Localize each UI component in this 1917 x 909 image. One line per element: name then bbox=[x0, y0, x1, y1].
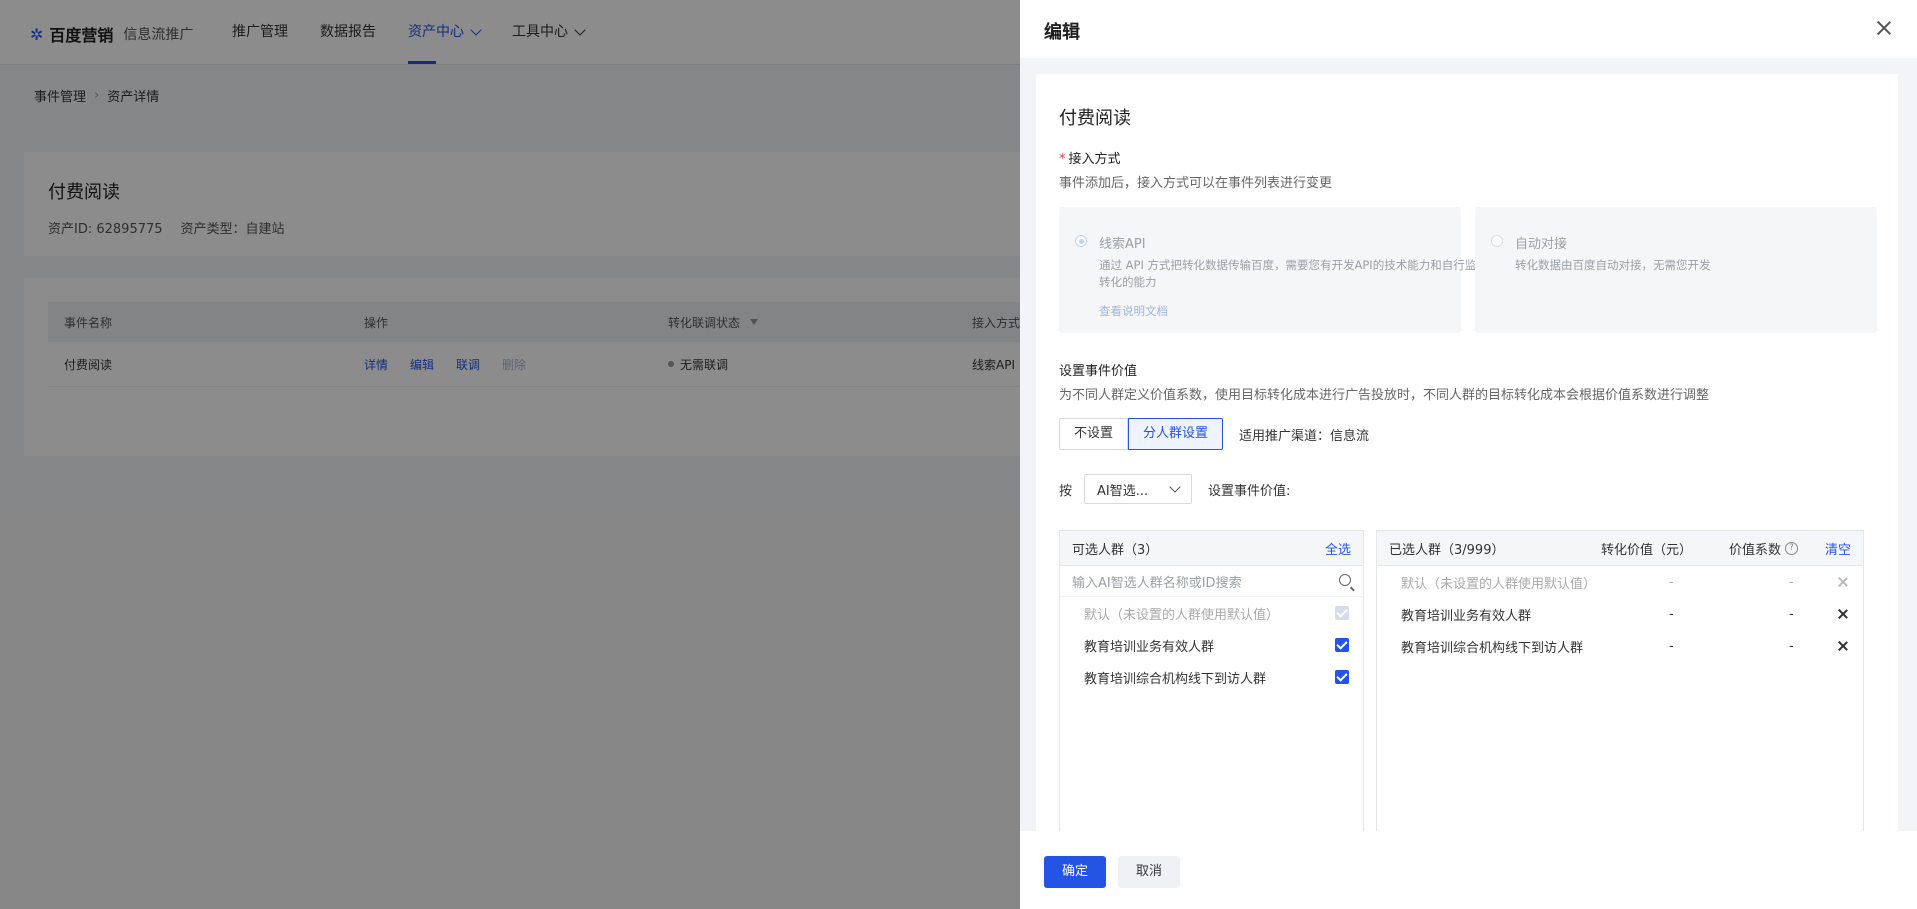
option-auto-title: 自动对接 bbox=[1515, 237, 1568, 252]
checkbox-edu-offline[interactable] bbox=[1335, 670, 1349, 684]
selected-audience-list: 已选人群（3/999） 转化价值（元） 价值系数? 清空 默认（未设置的人群使用… bbox=[1376, 530, 1864, 831]
value-mode-segment: 不设置 分人群设置 适用推广渠道：信息流 bbox=[1059, 418, 1369, 450]
drawer-header: 编辑 bbox=[1020, 0, 1917, 59]
selected-value[interactable]: - bbox=[1669, 607, 1674, 622]
set-value-label: 设置事件价值: bbox=[1208, 483, 1291, 499]
form-panel: 付费阅读 * 接入方式 事件添加后，接入方式可以在事件列表进行变更 线索API 通… bbox=[1036, 74, 1898, 831]
section-title: 付费阅读 bbox=[1059, 108, 1131, 129]
select-all-button[interactable]: 全选 bbox=[1325, 539, 1351, 558]
table-row: 教育培训综合机构线下到访人群 - - bbox=[1377, 630, 1863, 662]
remove-icon[interactable] bbox=[1837, 608, 1849, 620]
selected-coef: - bbox=[1789, 574, 1794, 590]
chevron-down-icon bbox=[1169, 481, 1181, 493]
list-item-label: 教育培训综合机构线下到访人群 bbox=[1084, 671, 1267, 687]
access-method-hint: 事件添加后，接入方式可以在事件列表进行变更 bbox=[1059, 176, 1333, 191]
select-value: AI智选... bbox=[1097, 483, 1149, 499]
drawer-title: 编辑 bbox=[1044, 22, 1080, 43]
option-api-title: 线索API bbox=[1099, 237, 1146, 252]
audience-search-input[interactable]: 输入AI智选人群名称或ID搜索 bbox=[1060, 566, 1363, 597]
available-header: 可选人群（3） 全选 bbox=[1060, 531, 1363, 566]
selected-value[interactable]: - bbox=[1669, 639, 1674, 654]
available-audience-list: 可选人群（3） 全选 输入AI智选人群名称或ID搜索 默认（未设置的人群使用默认… bbox=[1059, 530, 1364, 831]
cancel-button[interactable]: 取消 bbox=[1118, 856, 1180, 888]
drawer-body: 付费阅读 * 接入方式 事件添加后，接入方式可以在事件列表进行变更 线索API 通… bbox=[1020, 58, 1917, 831]
remove-icon bbox=[1837, 576, 1849, 588]
access-method-label: * 接入方式 bbox=[1059, 148, 1121, 167]
selected-title: 已选人群（3/999） bbox=[1389, 542, 1505, 558]
selected-name: 默认（未设置的人群使用默认值） bbox=[1401, 576, 1597, 592]
access-method-text: 接入方式 bbox=[1068, 152, 1121, 167]
table-row: 默认（未设置的人群使用默认值） - - bbox=[1377, 566, 1863, 598]
drawer-footer: 确定 取消 bbox=[1020, 831, 1917, 909]
by-label: 按 bbox=[1059, 483, 1073, 499]
option-card-auto: 自动对接 转化数据由百度自动对接，无需您开发 bbox=[1475, 207, 1877, 333]
seg-no-setting[interactable]: 不设置 bbox=[1059, 418, 1129, 450]
option-api-desc: 通过 API 方式把转化数据传输百度，需要您有开发API的技术能力和自行监控转化… bbox=[1099, 258, 1488, 289]
radio-auto bbox=[1491, 235, 1503, 247]
close-icon[interactable] bbox=[1875, 19, 1893, 37]
col-conversion-value: 转化价值（元） bbox=[1601, 542, 1693, 558]
required-mark: * bbox=[1059, 152, 1066, 167]
channel-text: 适用推广渠道：信息流 bbox=[1239, 428, 1370, 444]
option-card-api: 线索API 通过 API 方式把转化数据传输百度，需要您有开发API的技术能力和… bbox=[1059, 207, 1488, 333]
col-value-coef-label: 价值系数 bbox=[1729, 542, 1782, 558]
audience-type-select[interactable]: AI智选... bbox=[1084, 474, 1193, 504]
clear-button[interactable]: 清空 bbox=[1825, 539, 1851, 558]
option-auto-desc: 转化数据由百度自动对接，无需您开发 bbox=[1515, 258, 1711, 272]
col-value-coef: 价值系数? bbox=[1729, 539, 1799, 558]
list-item[interactable]: 教育培训综合机构线下到访人群 bbox=[1060, 661, 1363, 693]
edit-drawer: 编辑 付费阅读 * 接入方式 事件添加后，接入方式可以在事件列表进行变更 线索AP… bbox=[1020, 0, 1917, 909]
list-item-label: 教育培训业务有效人群 bbox=[1084, 639, 1215, 655]
search-placeholder: 输入AI智选人群名称或ID搜索 bbox=[1072, 575, 1242, 591]
table-row: 教育培训业务有效人群 - - bbox=[1377, 598, 1863, 630]
checkbox-edu-effective[interactable] bbox=[1335, 638, 1349, 652]
event-value-hint: 为不同人群定义价值系数，使用目标转化成本进行广告投放时，不同人群的目标转化成本会… bbox=[1059, 388, 1710, 403]
radio-api bbox=[1075, 235, 1087, 247]
event-value-label: 设置事件价值 bbox=[1059, 364, 1138, 379]
selected-header: 已选人群（3/999） 转化价值（元） 价值系数? 清空 bbox=[1377, 531, 1863, 566]
checkbox-default bbox=[1335, 606, 1349, 620]
seg-by-audience[interactable]: 分人群设置 bbox=[1128, 418, 1224, 450]
confirm-button[interactable]: 确定 bbox=[1044, 856, 1106, 888]
list-item: 默认（未设置的人群使用默认值） bbox=[1060, 597, 1363, 629]
remove-icon[interactable] bbox=[1837, 640, 1849, 652]
list-item-label: 默认（未设置的人群使用默认值） bbox=[1084, 607, 1280, 623]
available-title: 可选人群（3） bbox=[1072, 542, 1159, 558]
view-docs-link[interactable]: 查看说明文档 bbox=[1099, 303, 1168, 319]
help-icon[interactable]: ? bbox=[1785, 541, 1799, 555]
list-item[interactable]: 教育培训业务有效人群 bbox=[1060, 629, 1363, 661]
selected-coef[interactable]: - bbox=[1789, 607, 1794, 622]
search-icon[interactable] bbox=[1339, 574, 1351, 586]
selected-coef[interactable]: - bbox=[1789, 639, 1794, 654]
selected-name: 教育培训业务有效人群 bbox=[1401, 608, 1532, 624]
selected-value: - bbox=[1669, 574, 1674, 590]
selected-name: 教育培训综合机构线下到访人群 bbox=[1401, 640, 1584, 656]
by-row: 按 AI智选... 设置事件价值: bbox=[1059, 474, 1290, 504]
